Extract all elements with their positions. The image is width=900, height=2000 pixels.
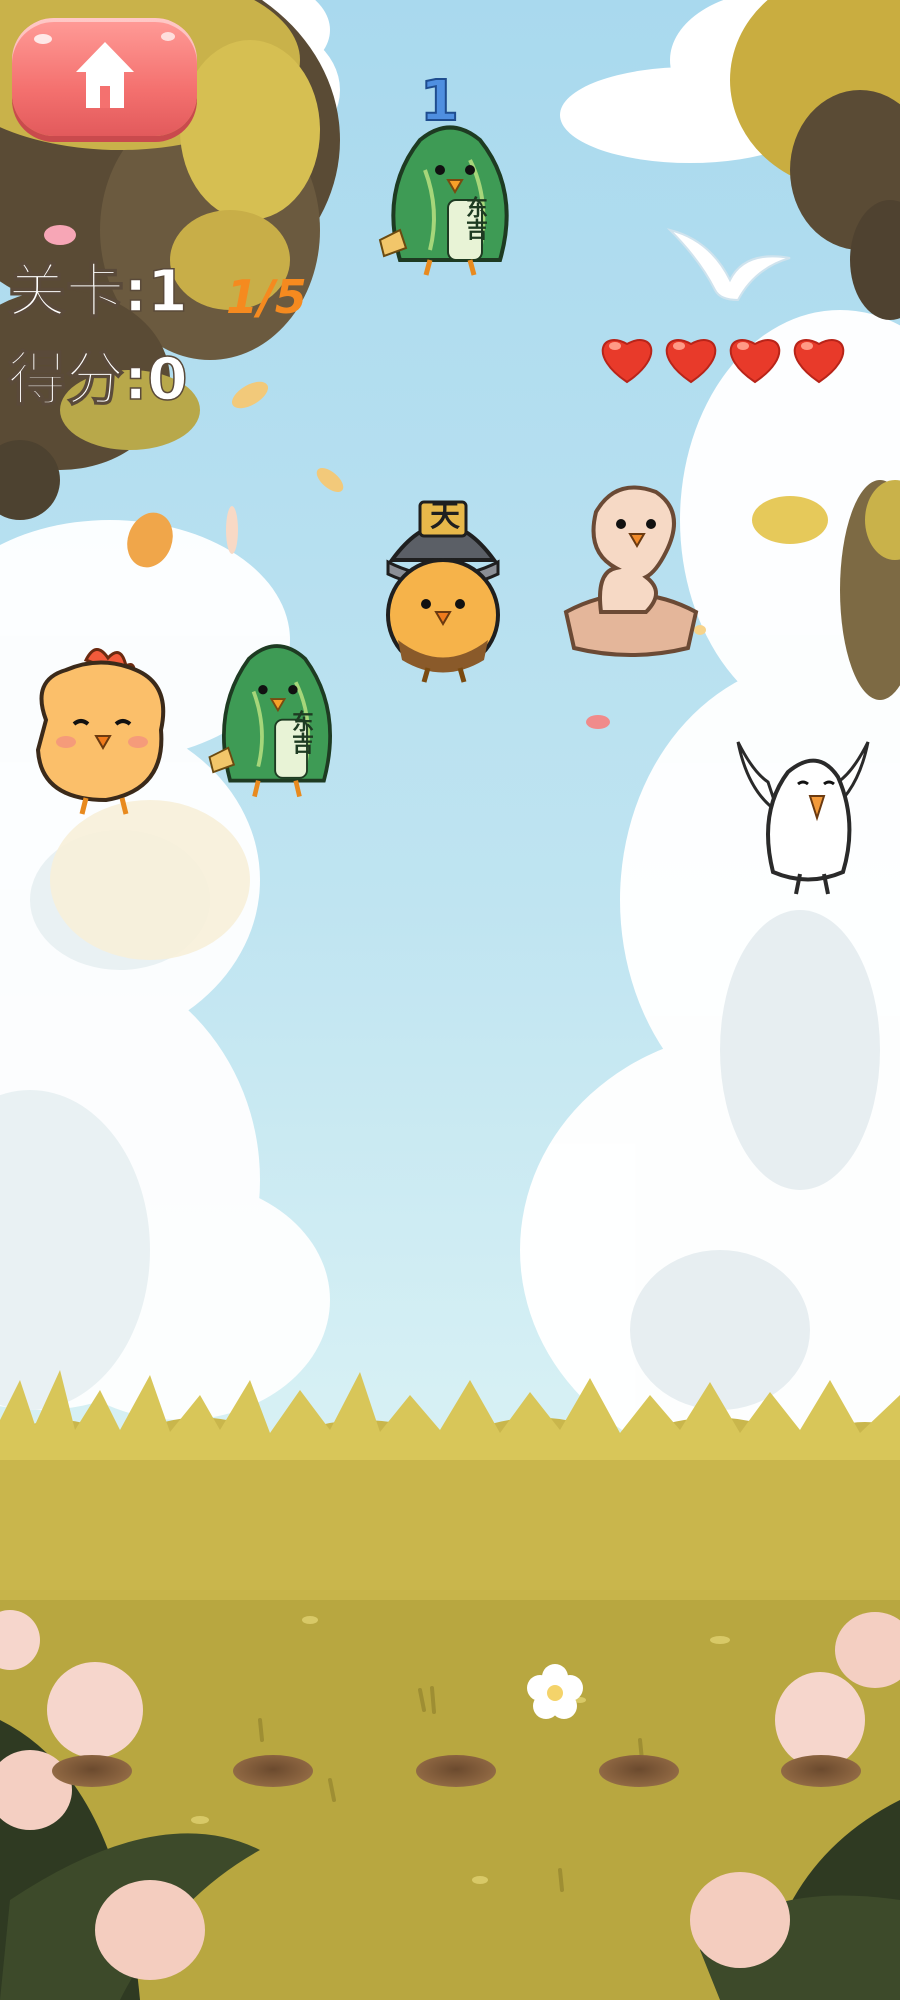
- chick-badge-2: 东吉: [288, 710, 313, 754]
- heart-icon: [665, 339, 717, 384]
- green-chick-costume[interactable]: [370, 110, 530, 280]
- heart-icon: [601, 339, 653, 384]
- heart-icon: [793, 339, 845, 384]
- mole-hole[interactable]: [416, 1755, 496, 1787]
- mole-hole[interactable]: [599, 1755, 679, 1787]
- mole-hole[interactable]: [52, 1755, 132, 1787]
- cream-stone-chick[interactable]: [556, 472, 706, 657]
- home-button[interactable]: [12, 18, 197, 136]
- mole-hole[interactable]: [781, 1755, 861, 1787]
- score-label: 得分:0: [7, 345, 188, 413]
- level-label: 关卡:1: [7, 257, 188, 325]
- level-progress: 1/5: [226, 270, 307, 324]
- heart-icon: [729, 339, 781, 384]
- lives-indicator: [598, 330, 848, 384]
- game-scene[interactable]: 关卡:1 1/5 得分:0 1 东吉 天 东吉: [0, 0, 900, 2000]
- orange-fluffy-chick[interactable]: [26, 640, 176, 820]
- helmet-character: 天: [430, 499, 460, 534]
- chick-badge: 东吉: [462, 196, 487, 240]
- mole-hole[interactable]: [233, 1755, 313, 1787]
- home-icon: [76, 42, 134, 108]
- white-dove[interactable]: [728, 722, 878, 902]
